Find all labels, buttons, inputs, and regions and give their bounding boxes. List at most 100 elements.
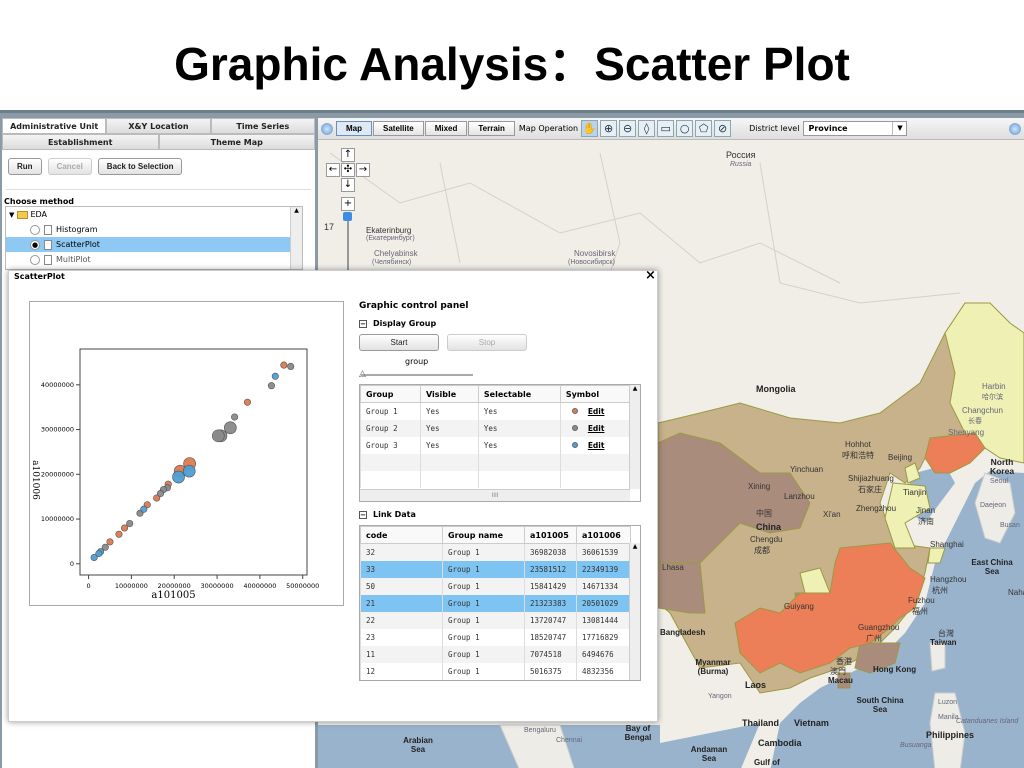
col-header[interactable]: Group [360, 385, 421, 403]
district-level-select[interactable]: Province ▼ [803, 121, 908, 136]
clear-icon[interactable]: ⊘ [714, 120, 732, 137]
group-row[interactable]: Group 1 Yes Yes Edit [360, 402, 630, 420]
map-label: Zhengzhou [856, 504, 897, 513]
rectangle-icon[interactable]: ▭ [657, 120, 675, 137]
table-row[interactable]: 23 Group 1 18520747 17716829 [360, 628, 631, 646]
close-icon[interactable]: × [645, 268, 656, 283]
group-table-vscroll[interactable]: ▲ [629, 385, 640, 489]
tree-item-histogram[interactable]: Histogram [6, 222, 302, 237]
marker-icon[interactable]: ◊ [638, 120, 656, 137]
link-data-label: Link Data [373, 510, 416, 519]
y-tick-label: 40000000 [41, 381, 74, 389]
map-label: Lhasa [662, 563, 684, 572]
collapse-icon[interactable]: − [359, 510, 367, 519]
radio-selected-icon[interactable]: ● [30, 239, 40, 250]
chevron-down-icon[interactable]: ▼ [892, 122, 906, 135]
cell-b: 22349139 [576, 560, 631, 578]
table-row[interactable]: 32 Group 1 36982038 36061539 [360, 543, 631, 561]
col-header[interactable]: a101005 [524, 526, 577, 544]
col-header[interactable]: Symbol [559, 385, 631, 403]
document-icon [44, 239, 52, 250]
table-row[interactable]: 11 Group 1 7074518 6494676 [360, 645, 631, 663]
table-row[interactable]: 33 Group 1 23581512 22349139 [360, 560, 631, 578]
cell-code: 32 [360, 543, 443, 561]
polygon-icon[interactable]: ⬠ [695, 120, 713, 137]
tab-establishment[interactable]: Establishment [2, 134, 159, 149]
tab-time-series[interactable]: Time Series [210, 118, 315, 133]
col-header[interactable]: Group name [442, 526, 525, 544]
tree-folder-eda[interactable]: ▼ EDA [6, 207, 302, 222]
pan-down-button[interactable]: ↓ [341, 178, 355, 192]
zoom-in-button[interactable]: + [341, 197, 355, 211]
table-row[interactable]: 50 Group 1 15841429 14671334 [360, 577, 631, 595]
zoom-out-icon[interactable]: ⊖ [619, 120, 637, 137]
cancel-button[interactable]: Cancel [47, 158, 92, 175]
group-row[interactable]: Group 3 Yes Yes Edit [360, 436, 630, 454]
zoom-in-icon[interactable]: ⊕ [600, 120, 618, 137]
table-row[interactable]: 12 Group 1 5016375 4832356 [360, 662, 631, 680]
map-label: Bangladesh [660, 628, 706, 637]
scatter-point-group-3 [182, 464, 196, 478]
map-label: Cambodia [758, 738, 802, 748]
link-data-table: code Group name a101005 a101006 32 Group 1 36… [359, 525, 641, 681]
run-button[interactable]: Run [8, 158, 42, 175]
map-label: Ekaterinburg [366, 226, 412, 235]
edit-link[interactable]: Edit [588, 424, 605, 433]
tab-xy-location[interactable]: X&Y Location [106, 118, 211, 133]
circle-icon[interactable]: ○ [676, 120, 694, 137]
start-button[interactable]: Start [359, 334, 439, 351]
y-tick-label: 10000000 [41, 515, 74, 523]
tab-administrative-unit[interactable]: Administrative Unit [2, 118, 107, 133]
zoom-slider-handle[interactable] [343, 212, 352, 221]
map-type-map[interactable]: Map [336, 121, 372, 136]
collapse-icon[interactable]: − [359, 319, 367, 328]
edit-link[interactable]: Edit [588, 407, 605, 416]
col-header[interactable]: Selectable [477, 385, 561, 403]
map-toolbar: Map Satellite Mixed Terrain Map Operatio… [318, 118, 1024, 140]
tree-item-multiplot[interactable]: MultiPlot [6, 252, 302, 267]
scroll-grip[interactable]: IIII [491, 492, 498, 499]
map-type-terrain[interactable]: Terrain [468, 121, 515, 136]
pan-left-button[interactable]: ← [326, 163, 340, 177]
map-label: Chengdu [750, 535, 783, 544]
group-slider[interactable]: △ [359, 366, 644, 380]
tree-scrollbar[interactable]: ▲ [290, 207, 302, 269]
link-table-vscroll[interactable]: ▲ [629, 543, 640, 680]
map-label: Myanmar (Burma) [695, 658, 731, 676]
radio-icon[interactable] [30, 224, 40, 235]
cell-a: 21323383 [524, 594, 577, 612]
map-label: Yangon [708, 693, 732, 700]
expand-triangle-icon[interactable]: ▼ [9, 211, 14, 219]
table-row[interactable]: 21 Group 1 21323383 20501029 [360, 594, 631, 612]
back-to-selection-button[interactable]: Back to Selection [97, 158, 183, 175]
cell-b: 6494676 [576, 645, 631, 663]
tree-item-scatterplot[interactable]: ● ScatterPlot [6, 237, 302, 252]
map-label: (Новосибирск) [568, 259, 615, 266]
scatter-point-group-2 [223, 421, 237, 435]
col-header[interactable]: a101006 [576, 526, 631, 544]
scroll-right-icon[interactable] [1009, 122, 1021, 135]
table-row[interactable]: 22 Group 1 13720747 13081444 [360, 611, 631, 629]
radio-icon[interactable] [30, 254, 40, 265]
slider-track[interactable] [361, 374, 473, 376]
map-type-mixed[interactable]: Mixed [424, 121, 468, 136]
folder-icon [16, 210, 28, 219]
map-label: Chelyabinsk [374, 249, 418, 258]
pan-hand-icon[interactable]: ✋ [581, 120, 599, 137]
col-header[interactable]: code [360, 526, 443, 544]
scatter-point-group-1 [115, 530, 123, 538]
pan-up-button[interactable]: ↑ [341, 148, 355, 162]
group-table-hscroll[interactable]: IIII [360, 489, 630, 501]
stop-button[interactable]: Stop [447, 334, 527, 351]
slider-thumb-icon[interactable]: △ [359, 369, 366, 379]
group-row[interactable]: Group 2 Yes Yes Edit [360, 419, 630, 437]
scroll-left-icon[interactable] [321, 122, 333, 135]
edit-link[interactable]: Edit [588, 441, 605, 450]
tab-theme-map[interactable]: Theme Map [158, 134, 315, 149]
tab-row-1: Administrative Unit X&Y Location Time Se… [2, 118, 315, 134]
map-type-satellite[interactable]: Satellite [373, 121, 424, 136]
pan-center-button[interactable]: ✣ [341, 163, 355, 177]
symbol-dot-icon [571, 407, 578, 414]
pan-right-button[interactable]: → [356, 163, 370, 177]
col-header[interactable]: Visible [419, 385, 479, 403]
